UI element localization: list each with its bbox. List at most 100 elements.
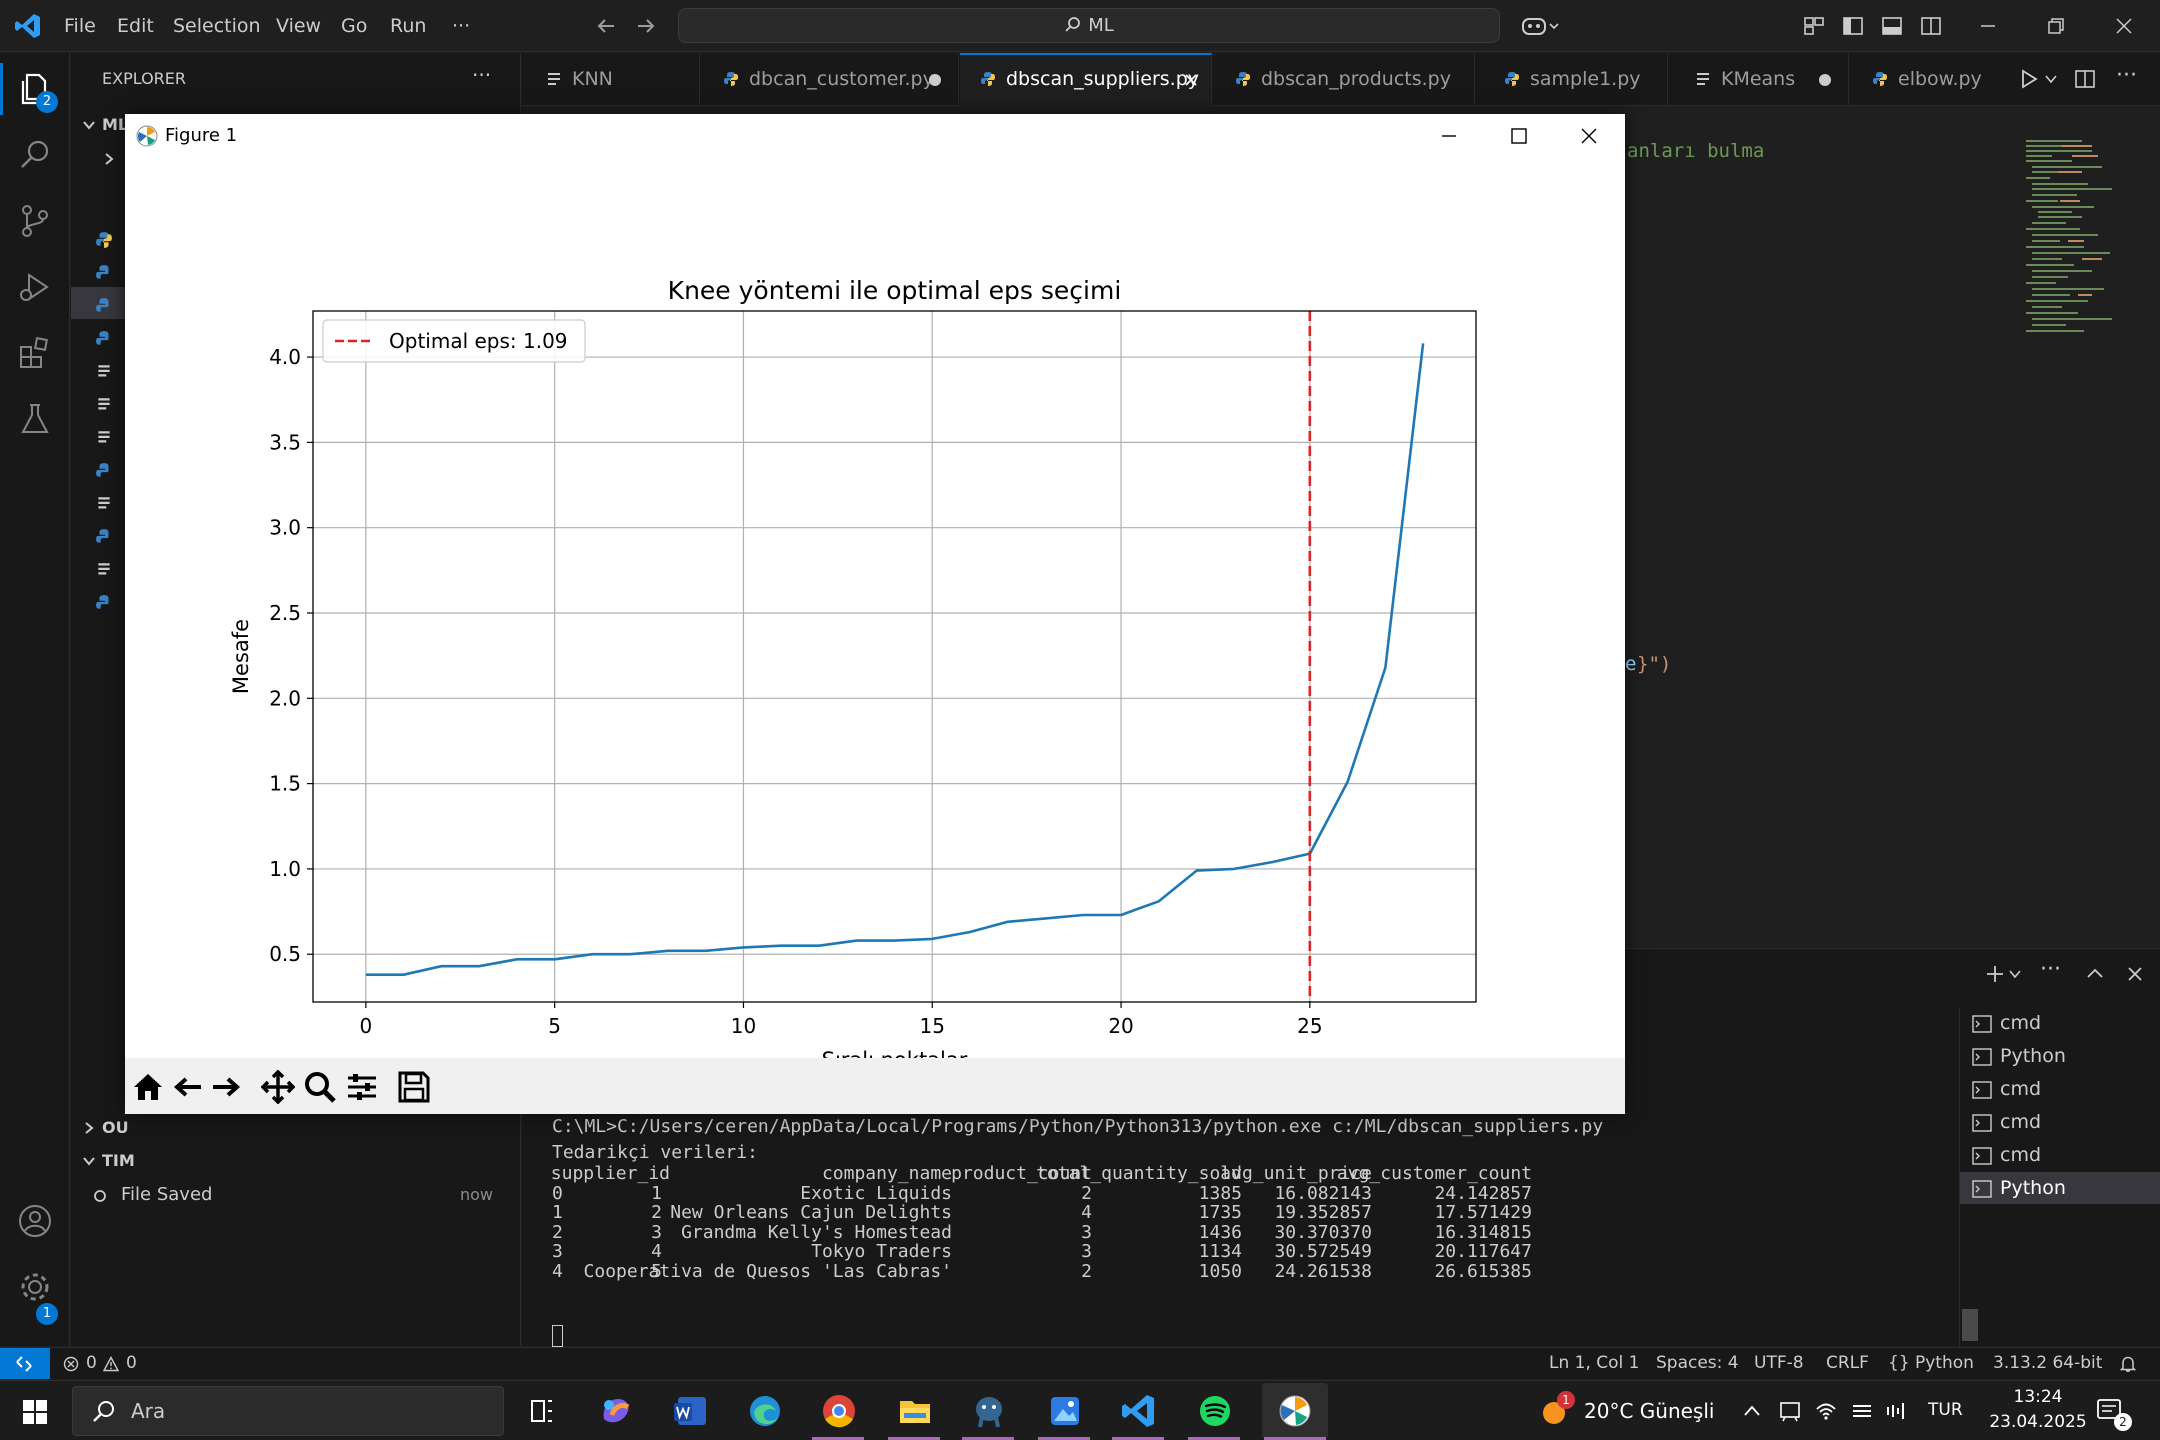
menu-selection[interactable]: Selection [173,0,261,52]
series-line-0[interactable] [365,343,1425,977]
back-arrow-icon[interactable] [171,1070,205,1104]
customize-layout-icon[interactable] [1802,14,1826,38]
weather-text[interactable]: 20°C Güneşli [1584,1399,1714,1423]
chevron-up-icon[interactable] [1742,1403,1762,1419]
python-file-icon[interactable] [95,231,113,249]
matplotlib-figure-app-icon[interactable] [1272,1389,1318,1433]
extensions-icon[interactable] [15,333,55,373]
chevron-down-icon[interactable] [2044,72,2058,86]
restore-icon[interactable] [2044,14,2068,38]
chevron-right-icon[interactable] [101,151,117,167]
python-interpreter[interactable]: 3.13.2 64-bit [1993,1348,2102,1379]
panel-more-actions[interactable]: ··· [2040,957,2061,982]
python-file-icon[interactable] [95,330,113,348]
minimize-icon[interactable] [1439,126,1459,146]
python-file-icon[interactable] [95,297,113,315]
network-icon[interactable] [1850,1399,1874,1423]
source-control-icon[interactable] [15,201,55,241]
tab-dbscan-products[interactable]: dbscan_products.py [1213,53,1475,106]
unsaved-dot-icon[interactable] [1819,74,1831,86]
zoom-magnifier-icon[interactable] [303,1070,337,1104]
command-center-search[interactable]: ML [678,8,1500,43]
cursor-position[interactable]: Ln 1, Col 1 [1549,1348,1640,1379]
maximize-icon[interactable] [1509,126,1529,146]
notebook-file-icon[interactable] [95,396,113,414]
warning-icon[interactable] [103,1356,119,1372]
notebook-file-icon[interactable] [95,561,113,579]
run-and-debug-icon[interactable] [15,267,55,307]
menu-go[interactable]: Go [341,0,367,52]
pan-move-icon[interactable] [261,1070,295,1104]
tab-dbcan-customer[interactable]: dbcan_customer.py [701,53,959,106]
python-file-icon[interactable] [95,594,113,612]
terminal-scrollbar[interactable] [1962,1309,1978,1341]
tab-dbscan-suppliers[interactable]: dbscan_suppliers.py [960,53,1212,106]
line-ending[interactable]: CRLF [1826,1348,1869,1379]
tray-app-icon[interactable] [1778,1399,1802,1423]
figure-title-bar[interactable]: Figure 1 [125,114,1625,158]
timeline-section-header[interactable]: TIM [71,1145,520,1177]
testing-flask-icon[interactable] [15,399,55,439]
menu-more[interactable]: ··· [452,0,470,52]
audio-icon[interactable] [1884,1399,1908,1423]
photos-app-icon[interactable] [1042,1389,1088,1433]
clock-time[interactable]: 13:24 [1996,1387,2080,1407]
indentation[interactable]: Spaces: 4 [1656,1348,1739,1379]
split-editor-icon[interactable] [2074,68,2096,90]
tab-sample1[interactable]: sample1.py [1476,53,1668,106]
account-icon[interactable] [15,1201,55,1241]
notebook-file-icon[interactable] [95,429,113,447]
new-terminal-plus-icon[interactable] [1984,963,2006,985]
timeline-item[interactable]: File Saved now [71,1179,520,1211]
outline-section-header[interactable]: OU [71,1112,520,1144]
tab-kmeans[interactable]: KMeans [1669,53,1849,106]
windows-start-icon[interactable] [22,1399,48,1425]
python-file-icon[interactable] [95,462,113,480]
menu-view[interactable]: View [276,0,321,52]
home-icon[interactable] [131,1070,165,1104]
terminal-list-item[interactable]: cmd [1960,1106,2160,1138]
edge-app-icon[interactable] [742,1389,788,1433]
notebook-file-icon[interactable] [95,363,113,381]
error-count[interactable]: 0 [86,1348,97,1379]
minimap[interactable] [2022,137,2132,347]
clock-date[interactable]: 23.04.2025 [1980,1412,2096,1432]
language-braces-icon[interactable]: {} [1888,1348,1910,1379]
notifications-bell-icon[interactable] [2118,1354,2138,1374]
terminal-list-item[interactable]: cmd [1960,1139,2160,1171]
menu-file[interactable]: File [64,0,96,52]
chevron-down-icon[interactable] [2008,967,2022,981]
input-language[interactable]: TUR [1928,1400,1963,1420]
terminal-list-item[interactable]: cmd [1960,1073,2160,1105]
unsaved-dot-icon[interactable] [929,74,941,86]
spotify-app-icon[interactable] [1192,1389,1238,1433]
vscode-logo-icon[interactable] [14,12,42,40]
taskbar-search-box[interactable]: Ara [72,1386,504,1436]
warning-count[interactable]: 0 [126,1348,137,1379]
remote-indicator[interactable] [0,1348,50,1379]
maximize-panel-icon[interactable] [2084,963,2106,985]
vscode-app-icon[interactable] [1116,1389,1162,1433]
tab-elbow[interactable]: elbow.py [1850,53,2000,106]
toggle-sidebar-icon[interactable] [1841,14,1865,38]
close-icon[interactable] [1579,126,1599,146]
back-arrow-icon[interactable] [594,14,618,38]
search-icon[interactable] [15,135,55,175]
notebook-file-icon[interactable] [95,495,113,513]
menu-run[interactable]: Run [390,0,426,52]
chrome-app-icon[interactable] [816,1389,862,1433]
minimize-icon[interactable] [1976,14,2000,38]
task-view-icon[interactable] [518,1389,564,1433]
close-tab-icon[interactable] [1182,71,1200,89]
file-explorer-app-icon[interactable] [892,1389,938,1433]
knee-chart[interactable]: Knee yöntemi ile optimal eps seçimi 0 5 10 1… [125,158,1625,1058]
error-icon[interactable] [63,1356,79,1372]
terminal-list-item[interactable]: Python [1960,1040,2160,1072]
wifi-icon[interactable] [1814,1399,1838,1423]
configure-subplots-icon[interactable] [345,1070,379,1104]
close-window-icon[interactable] [2112,14,2136,38]
explorer-more-actions[interactable]: ··· [472,63,491,87]
word-app-icon[interactable] [668,1389,714,1433]
toggle-secondary-sidebar-icon[interactable] [1919,14,1943,38]
terminal-list-item[interactable]: cmd [1960,1007,2160,1039]
